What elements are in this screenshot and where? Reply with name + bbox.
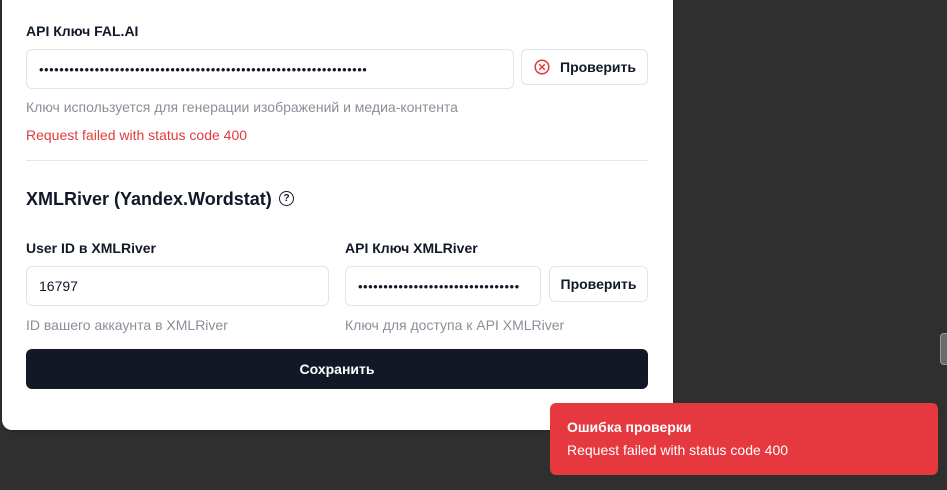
scroll-handle[interactable] (940, 333, 947, 365)
fal-hint: Ключ используется для генерации изображе… (26, 99, 458, 115)
fal-check-label: Проверить (560, 59, 636, 75)
xmlriver-check-label: Проверить (560, 276, 637, 292)
user-id-input[interactable]: 16797 (26, 266, 329, 306)
fal-error-message: Request failed with status code 400 (26, 127, 248, 143)
fal-api-key-label: API Ключ FAL.AI (26, 23, 139, 39)
fal-api-key-input[interactable]: ••••••••••••••••••••••••••••••••••••••••… (26, 49, 514, 89)
xmlriver-api-key-input[interactable]: •••••••••••••••••••••••••••••••• (345, 266, 541, 306)
xmlriver-section-title: XMLRiver (Yandex.Wordstat) (26, 189, 272, 209)
xmlriver-check-button[interactable]: Проверить (549, 266, 648, 302)
error-circle-icon (534, 59, 550, 75)
toast-title: Ошибка проверки (567, 419, 692, 435)
section-divider (26, 160, 648, 161)
toast-message: Request failed with status code 400 (567, 442, 789, 458)
help-icon[interactable]: ? (279, 191, 294, 206)
xmlriver-api-hint: Ключ для доступа к API XMLRiver (345, 317, 565, 333)
user-id-label: User ID в XMLRiver (26, 240, 156, 256)
xmlriver-api-key-label: API Ключ XMLRiver (345, 240, 478, 256)
save-button[interactable]: Сохранить (26, 349, 648, 389)
error-toast[interactable]: Ошибка проверки Request failed with stat… (550, 403, 938, 475)
user-id-hint: ID вашего аккаунта в XMLRiver (26, 317, 228, 333)
fal-check-button[interactable]: Проверить (521, 49, 648, 85)
settings-panel: API Ключ FAL.AI ••••••••••••••••••••••••… (2, 0, 673, 430)
